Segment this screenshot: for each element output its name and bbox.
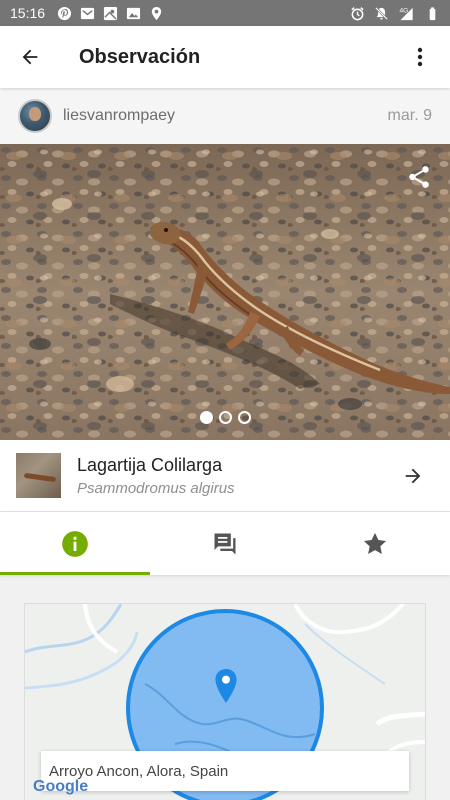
observer-row[interactable]: liesvanrompaey mar. 9 bbox=[0, 88, 450, 144]
mail-icon bbox=[80, 6, 95, 21]
location-icon bbox=[149, 6, 164, 21]
back-button[interactable] bbox=[0, 26, 60, 88]
page-title: Observación bbox=[79, 45, 201, 68]
pager-dot[interactable] bbox=[199, 411, 213, 424]
location-map[interactable]: Arroyo Ancon, Alora, Spain Google bbox=[24, 603, 426, 800]
tab-favorites[interactable] bbox=[300, 512, 450, 575]
observation-photo[interactable] bbox=[0, 144, 450, 440]
info-icon bbox=[62, 530, 88, 557]
arrow-back-icon bbox=[22, 49, 38, 65]
map-pin-icon bbox=[215, 669, 237, 703]
observer-username[interactable]: liesvanrompaey bbox=[63, 107, 175, 125]
tab-info[interactable] bbox=[0, 512, 150, 575]
signal-icon: 4G bbox=[398, 6, 416, 21]
avatar[interactable] bbox=[18, 99, 52, 133]
pinterest-icon bbox=[57, 6, 72, 21]
arrow-forward-icon bbox=[405, 468, 421, 483]
notifications-off-icon bbox=[374, 6, 389, 21]
map-attribution-logo: Google bbox=[33, 778, 89, 795]
tab-activity[interactable] bbox=[150, 512, 300, 575]
share-button[interactable] bbox=[406, 164, 432, 190]
taxon-row[interactable]: Lagartija Colilarga Psammodromus algirus bbox=[0, 440, 450, 512]
chat-icon bbox=[214, 533, 236, 554]
network-type: 4G bbox=[400, 7, 409, 14]
pager-dot[interactable] bbox=[237, 411, 251, 424]
battery-icon bbox=[425, 6, 440, 21]
more-vert-icon bbox=[417, 47, 423, 67]
tab-bar bbox=[0, 512, 450, 575]
status-bar: 15:16 4G bbox=[0, 0, 450, 26]
image-icon bbox=[126, 6, 141, 21]
location-label: Arroyo Ancon, Alora, Spain bbox=[41, 751, 409, 791]
overflow-menu-button[interactable] bbox=[400, 26, 440, 88]
photo-pager-dots bbox=[0, 411, 450, 424]
maps-icon bbox=[103, 6, 118, 21]
lizard-photo-image bbox=[0, 144, 450, 440]
star-icon bbox=[363, 532, 387, 554]
pager-dot[interactable] bbox=[218, 411, 232, 424]
taxon-scientific-name: Psammodromus algirus bbox=[77, 479, 235, 497]
share-icon bbox=[409, 166, 429, 188]
observation-date: mar. 9 bbox=[387, 107, 432, 124]
alarm-icon bbox=[350, 6, 365, 21]
info-content: Arroyo Ancon, Alora, Spain Google bbox=[0, 575, 450, 800]
taxon-common-name: Lagartija Colilarga bbox=[77, 454, 223, 475]
status-time: 15:16 bbox=[10, 5, 46, 21]
taxon-thumbnail bbox=[16, 453, 61, 498]
taxon-detail-button[interactable] bbox=[398, 461, 428, 491]
app-bar: Observación bbox=[0, 26, 450, 88]
